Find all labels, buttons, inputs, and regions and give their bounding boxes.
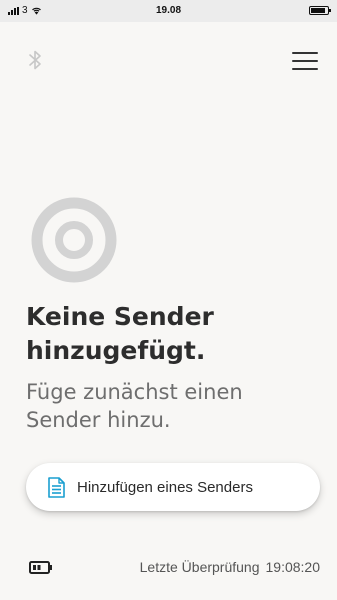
hamburger-menu-icon[interactable]: [292, 52, 318, 70]
bluetooth-icon[interactable]: [26, 48, 44, 72]
document-icon: [48, 476, 65, 498]
battery-icon: [29, 561, 52, 574]
sender-device-icon: [31, 197, 117, 283]
add-sender-label: Hinzufügen eines Senders: [77, 478, 253, 496]
last-check-time: 19:08:20: [265, 559, 321, 575]
last-check-label: Letzte Überprüfung: [139, 559, 260, 575]
status-bar: 3 19.08: [0, 0, 337, 22]
add-sender-button[interactable]: Hinzufügen eines Senders: [26, 463, 320, 511]
empty-state-title: Keine Sender hinzugefügt.: [26, 302, 214, 365]
last-check-status: Letzte Überprüfung 19:08:20: [140, 559, 320, 575]
status-battery-icon: [309, 6, 331, 15]
status-time: 19.08: [155, 5, 182, 16]
empty-state-subtitle: Füge zunächst einen Sender hinzu.: [26, 380, 243, 432]
